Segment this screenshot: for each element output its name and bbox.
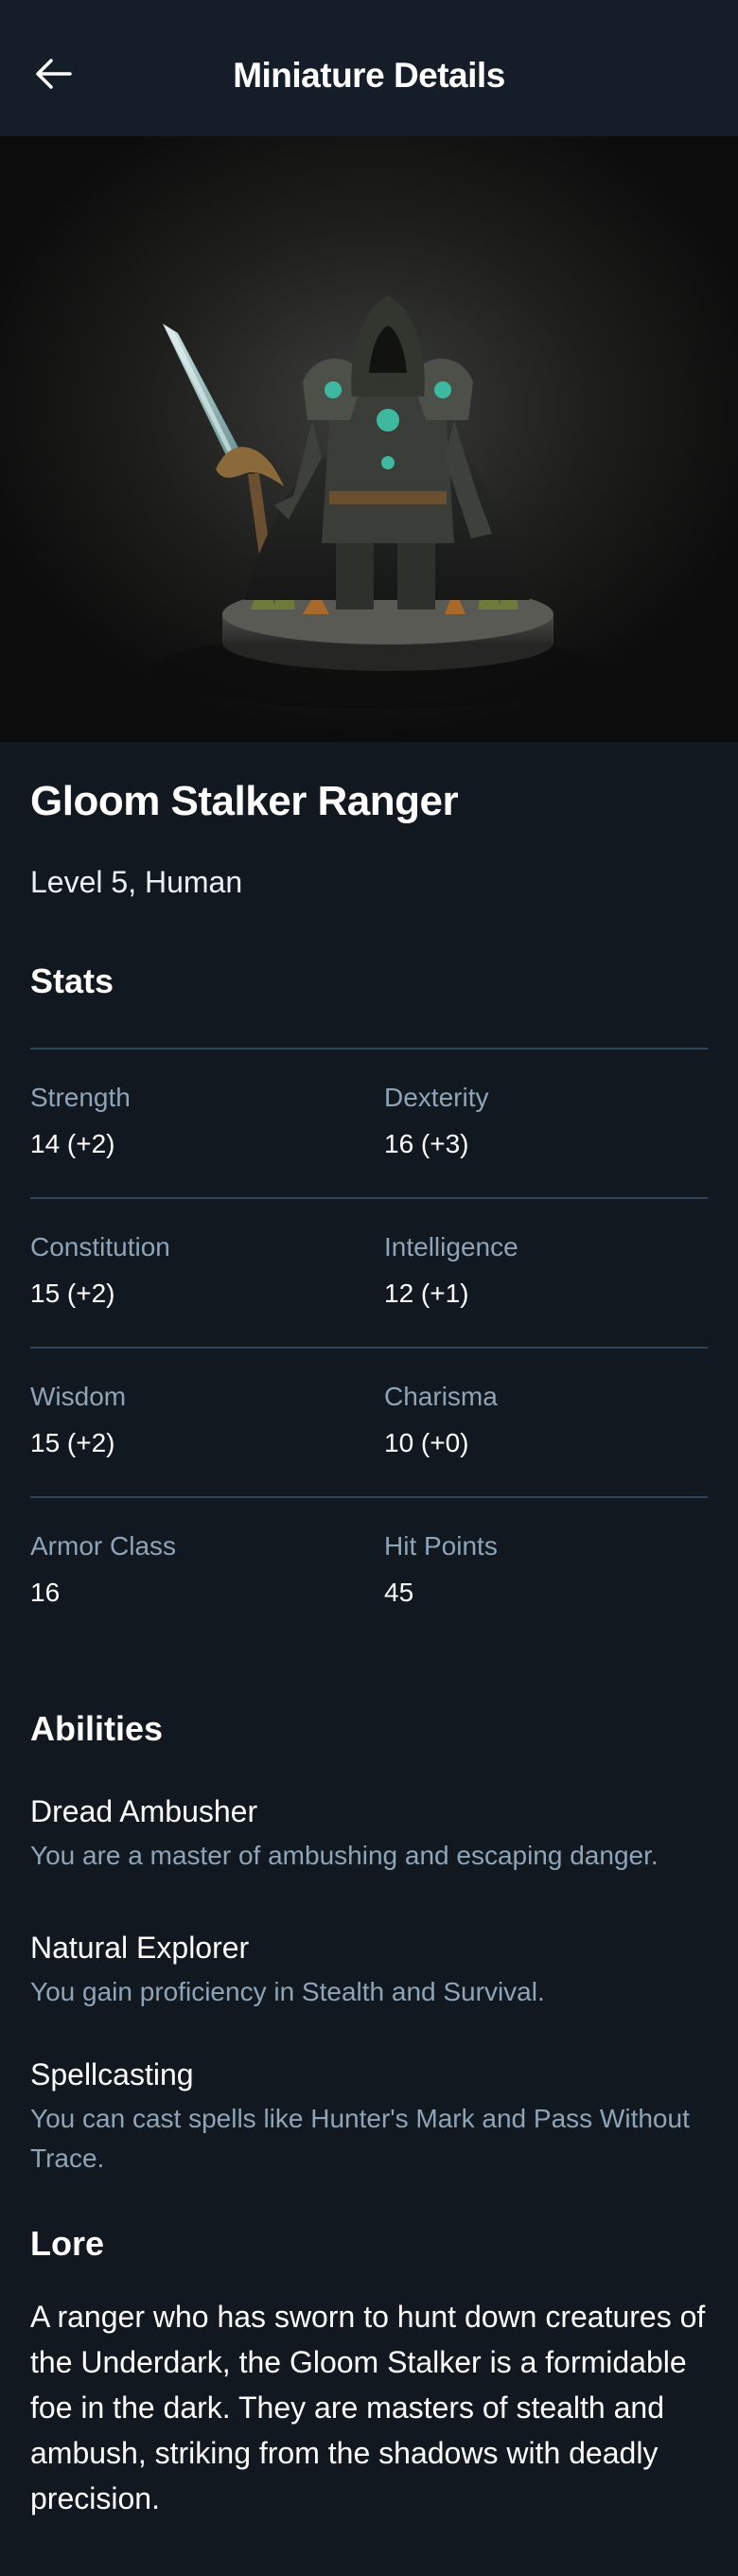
stat-value-strength: 14 (+2) <box>30 1129 115 1158</box>
divider <box>30 1197 708 1199</box>
top-app-bar: Miniature Details <box>0 0 738 136</box>
stat-value-dexterity: 16 (+3) <box>384 1129 469 1158</box>
stat-label-dexterity: Dexterity <box>384 1083 489 1112</box>
stat-value-constitution: 15 (+2) <box>30 1279 115 1308</box>
stat-label-strength: Strength <box>30 1083 131 1112</box>
ability-name-dread-ambusher: Dread Ambusher <box>30 1794 258 1828</box>
stat-label-charisma: Charisma <box>384 1382 498 1411</box>
divider <box>30 1496 708 1498</box>
stat-label-intelligence: Intelligence <box>384 1232 518 1262</box>
stat-value-wisdom: 15 (+2) <box>30 1428 115 1457</box>
miniature-image <box>0 136 738 742</box>
stat-label-constitution: Constitution <box>30 1232 170 1262</box>
stat-value-charisma: 10 (+0) <box>384 1428 469 1457</box>
ability-name-spellcasting: Spellcasting <box>30 2057 194 2091</box>
lore-heading: Lore <box>30 2224 105 2263</box>
lore-text: A ranger who has sworn to hunt down crea… <box>30 2300 706 2515</box>
abilities-heading: Abilities <box>30 1709 164 1748</box>
page-title: Miniature Details <box>233 56 505 95</box>
divider <box>30 1048 708 1050</box>
stat-value-hit-points: 45 <box>384 1578 414 1607</box>
ability-description: You gain proficiency in Stealth and Surv… <box>30 1977 545 2006</box>
stat-value-armor-class: 16 <box>30 1578 61 1607</box>
divider <box>30 1347 708 1349</box>
hooded-ranger-miniature-figure <box>0 136 738 742</box>
ability-description: You can cast spells like Hunter's Mark a… <box>30 2104 690 2173</box>
character-level-race: Level 5, Human <box>30 865 243 899</box>
ability-name-natural-explorer: Natural Explorer <box>30 1931 250 1965</box>
character-name: Gloom Stalker Ranger <box>30 778 459 824</box>
stat-label-wisdom: Wisdom <box>30 1382 127 1411</box>
ability-description: You are a master of ambushing and escapi… <box>30 1841 659 1870</box>
stat-label-hit-points: Hit Points <box>384 1531 498 1561</box>
stats-heading: Stats <box>30 962 114 1000</box>
stat-value-intelligence: 12 (+1) <box>384 1279 469 1308</box>
stat-label-armor-class: Armor Class <box>30 1531 177 1561</box>
